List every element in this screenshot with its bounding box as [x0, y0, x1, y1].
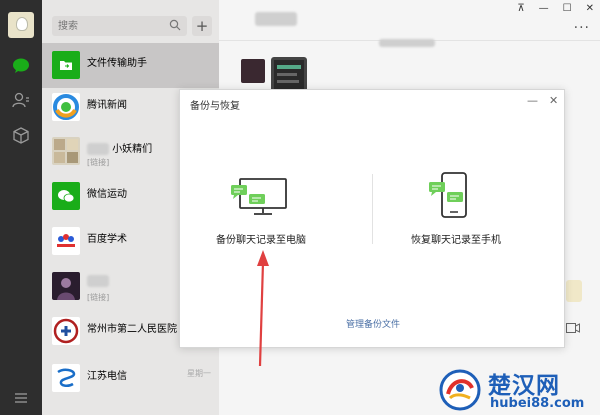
telecom-logo-icon	[52, 364, 80, 392]
chat-time: 星期一	[187, 369, 211, 378]
watermark-url: hubei88.com	[490, 396, 585, 411]
chat-name: 文件传输助手	[87, 58, 147, 69]
plus-icon: +	[195, 17, 209, 35]
partial-avatar	[566, 280, 582, 302]
timestamp	[379, 39, 435, 47]
chat-name: 常州市第二人民医院	[87, 324, 177, 335]
sender-avatar	[241, 59, 265, 83]
pin-button[interactable]: ⊼	[517, 3, 524, 14]
group-avatar	[52, 137, 80, 165]
chat-title	[255, 12, 297, 26]
favorites-icon[interactable]	[11, 125, 31, 145]
chat-name: 微信运动	[87, 189, 127, 200]
dialog-close-button[interactable]: ✕	[549, 94, 558, 107]
restore-to-phone-option[interactable]: 恢复聊天记录至手机	[400, 166, 540, 252]
add-chat-button[interactable]: +	[192, 16, 212, 36]
chat-name	[87, 275, 109, 287]
chat-preview: [链接]	[87, 158, 110, 167]
more-options-button[interactable]: ···	[574, 20, 590, 36]
hospital-logo-icon	[52, 317, 80, 345]
wechat-sport-icon	[52, 182, 80, 210]
watermark-emblem-icon	[439, 369, 481, 411]
option-divider	[372, 174, 373, 244]
chat-name: 腾讯新闻	[87, 100, 127, 111]
chat-icon[interactable]	[11, 56, 31, 76]
backup-to-pc-label: 备份聊天记录至电脑	[216, 235, 306, 246]
search-icon[interactable]	[169, 19, 183, 33]
search-input[interactable]	[52, 16, 162, 36]
video-call-icon[interactable]	[566, 322, 580, 336]
maximize-button[interactable]: ☐	[563, 3, 572, 14]
user-avatar[interactable]	[8, 12, 34, 38]
nav-bar	[0, 0, 42, 415]
computer-icon	[230, 177, 288, 220]
minimize-button[interactable]: —	[539, 3, 549, 14]
menu-icon[interactable]	[11, 388, 31, 408]
backup-to-pc-option[interactable]: 备份聊天记录至电脑	[210, 166, 350, 252]
tencent-news-logo-icon	[52, 93, 80, 121]
restore-to-phone-label: 恢复聊天记录至手机	[411, 235, 501, 246]
dialog-title: 备份与恢复	[190, 101, 240, 112]
backup-restore-dialog: 备份与恢复 — ✕ 备份聊天记录至电脑 恢复聊天记录至手机 管理备份文件	[179, 89, 565, 348]
chat-name: 江苏电信	[87, 371, 127, 382]
annotation-arrow	[257, 250, 269, 367]
search-box[interactable]	[52, 16, 187, 36]
chat-preview: [链接]	[87, 293, 110, 302]
phone-icon	[428, 172, 472, 223]
window-controls: ⊼ — ☐ ✕	[517, 3, 594, 14]
manage-backup-files-link[interactable]: 管理备份文件	[346, 317, 400, 330]
chat-item-file-transfer[interactable]: 文件传输助手	[42, 43, 219, 88]
chat-name: 小妖精们	[87, 140, 152, 155]
chat-item-telecom[interactable]: 江苏电信 星期一	[42, 356, 219, 401]
dialog-minimize-button[interactable]: —	[527, 94, 538, 107]
close-button[interactable]: ✕	[586, 3, 594, 14]
contact-avatar	[52, 272, 80, 300]
watermark-logo: 楚汉网 hubei88.com	[438, 366, 600, 415]
watermark-name: 楚汉网	[488, 373, 560, 399]
baidu-scholar-logo-icon	[52, 227, 80, 255]
chat-name: 百度学术	[87, 234, 127, 245]
contacts-icon[interactable]	[11, 90, 31, 110]
folder-icon	[52, 51, 80, 79]
